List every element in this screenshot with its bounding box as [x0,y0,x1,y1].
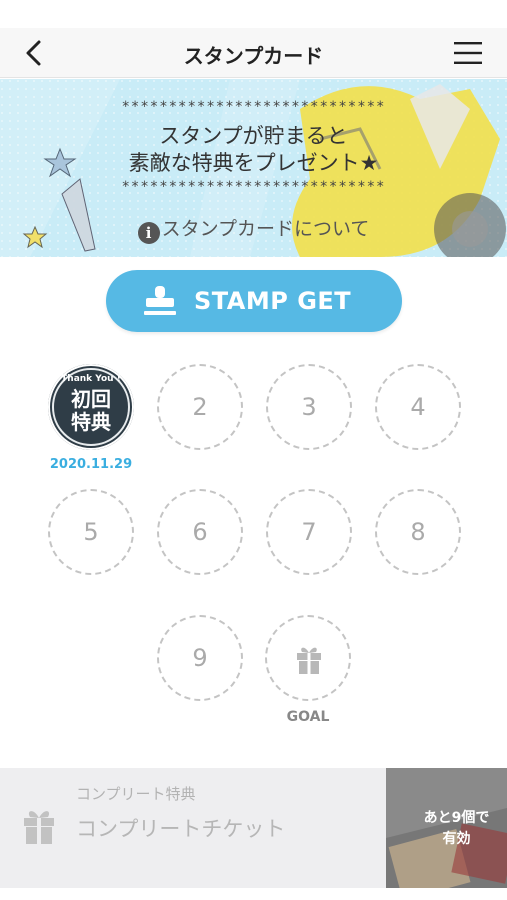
complete-reward-row[interactable]: コンプリート特典 コンプリートチケット あと9個で 有効 [0,768,507,888]
hero-banner: **************************** スタンプが貯まると 素… [0,79,507,257]
stamp-text-line1: 初回 [71,387,111,411]
stamp-slot-8: 8 [375,489,461,575]
stamp-card-screen: スタンプカード **************************** スタン… [0,0,507,900]
banner-message: スタンプが貯まると 素敵な特典をプレゼント★ [0,123,507,177]
remaining-line2: 有効 [442,831,471,847]
gift-icon [297,647,321,674]
stamp-thank-you-text: Thank You ! [61,374,121,384]
app-header: スタンプカード [0,28,507,78]
goal-label: GOAL [286,709,330,725]
remaining-line1: あと9個で [423,810,490,826]
banner-stars-top: **************************** [121,99,386,115]
info-icon: i [137,222,160,244]
complete-reward-name: コンプリートチケット [76,817,286,841]
stamp-slot-7: 7 [266,489,352,575]
about-stamp-card-link[interactable]: i スタンプカードについて [0,214,507,244]
stamp-slot-goal [265,615,351,701]
stamp-slot-3: 3 [266,364,352,450]
banner-message-line2: 素敵な特典をプレゼント★ [128,151,379,175]
about-stamp-card-label: スタンプカードについて [161,218,370,240]
stamp-text-line2: 特典 [71,410,111,434]
stamp-slot-1-stamped: Thank You ! 初回 特典 [48,364,134,450]
stamp-slot-9: 9 [157,615,243,701]
stamp-first-benefit-text: 初回 特典 [48,388,134,434]
page-title: スタンプカード [183,44,324,68]
stamp-date: 2020.11.29 [49,457,133,472]
status-bar [0,0,507,28]
banner-stars-bottom: **************************** [121,179,386,195]
stamp-icon [144,286,176,315]
stamp-slot-4: 4 [375,364,461,450]
bottom-spacer [0,888,507,900]
remaining-stamps-text: あと9個で 有効 [406,808,507,850]
banner-message-line1: スタンプが貯まると [159,124,348,148]
complete-reward-subtitle: コンプリート特典 [76,785,196,803]
hamburger-menu-icon[interactable] [453,40,483,66]
complete-reward-thumbnail: あと9個で 有効 [386,768,507,888]
stamp-slot-6: 6 [157,489,243,575]
stamp-get-button[interactable]: STAMP GET [106,270,402,332]
stamp-slot-5: 5 [48,489,134,575]
stamp-get-label: STAMP GET [194,287,352,315]
stamp-slot-2: 2 [157,364,243,450]
gift-icon [24,811,54,844]
